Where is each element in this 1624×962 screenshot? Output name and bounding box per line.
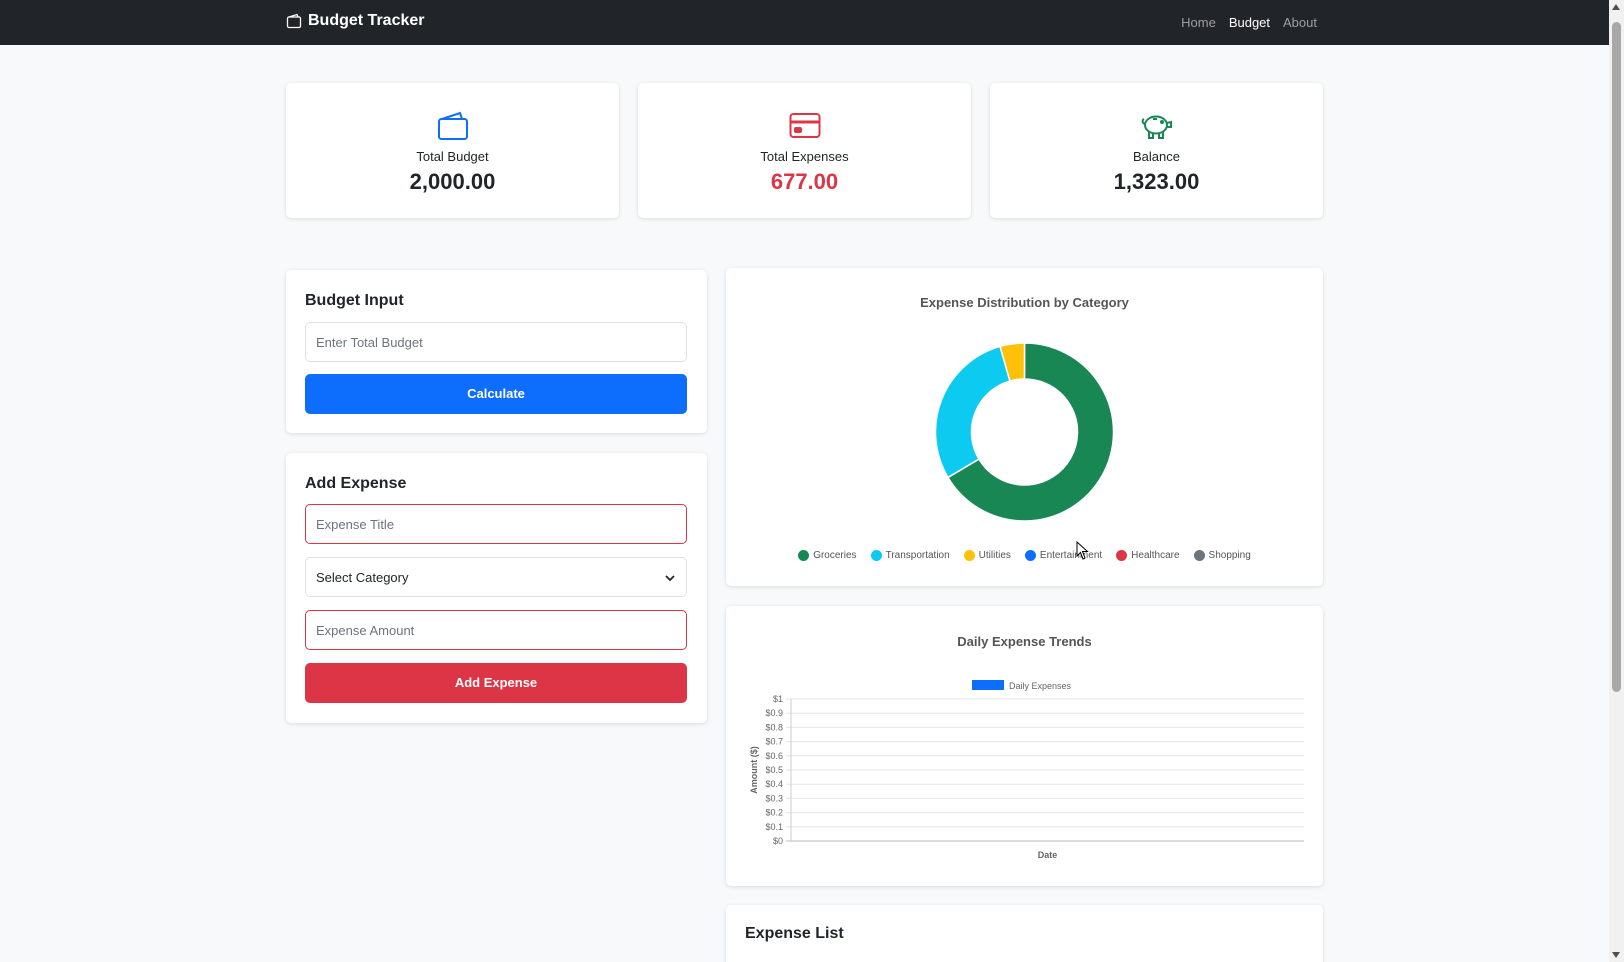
wallet-icon [437,111,468,140]
credit-card-icon [789,113,820,138]
expense-amount-input[interactable]: Expense Amount [305,610,687,650]
legend-swatch [798,550,810,561]
total-budget-input[interactable]: Enter Total Budget [305,322,687,362]
balance-card: Balance 1,323.00 [990,83,1323,218]
legend-item-groceries[interactable]: Groceries [798,550,857,561]
legend-item-transportation[interactable]: Transportation [870,550,950,561]
legend-item-healthcare[interactable]: Healthcare [1116,550,1180,561]
scroll-up-arrow-icon[interactable] [1612,4,1620,10]
chevron-down-icon [665,575,675,582]
scrollbar-thumb[interactable] [1612,22,1621,692]
nav-link-budget[interactable]: Budget [1229,15,1270,30]
wallet-icon [286,13,302,29]
navbar: Budget Tracker Home Budget About [0,0,1609,45]
legend-item-entertainment[interactable]: Entertainment [1024,550,1103,561]
legend-label: Transportation [885,550,950,561]
expense-list-card: Expense List [726,905,1323,962]
y-tick-label: $0.7 [765,737,783,747]
category-select-value: Select Category [316,570,409,585]
add-expense-card: Add Expense Expense Title Select Categor… [286,453,707,723]
total-expenses-value: 677.00 [770,169,839,194]
mouse-cursor-icon [1076,541,1089,560]
legend-label-daily-expenses: Daily Expenses [1009,681,1072,691]
budget-input-title: Budget Input [305,292,404,309]
legend-swatch [870,550,882,561]
total-expenses-card: Total Expenses 677.00 [638,83,971,218]
budget-input-card: Budget Input Enter Total Budget Calculat… [286,270,707,433]
total-budget-card: Total Budget 2,000.00 [286,83,619,218]
y-tick-label: $0.9 [765,708,783,718]
page-scrollbar[interactable] [1609,0,1624,962]
y-tick-label: $0.3 [765,793,783,803]
y-tick-label: $1 [773,694,783,704]
legend-swatch [1024,550,1036,561]
legend-label: Utilities [978,550,1011,561]
balance-value: 1,323.00 [1113,169,1200,194]
x-axis-label: Date [1038,850,1058,860]
y-tick-label: $0.6 [765,751,783,761]
y-tick-label: $0.2 [765,808,783,818]
expense-distribution-legend: Groceries Transportation Utilities Entertai… [726,550,1323,561]
add-expense-button[interactable]: Add Expense [305,663,687,703]
category-select[interactable]: Select Category [305,557,687,597]
legend-label: Healthcare [1131,550,1180,561]
brand[interactable]: Budget Tracker [286,12,424,30]
y-tick-label: $0.8 [765,722,783,732]
legend-swatch [1193,550,1205,561]
expense-list-title: Expense List [745,925,844,942]
legend-swatch-daily-expenses[interactable] [972,680,1004,690]
piggy-bank-icon [1141,115,1172,139]
y-tick-label: $0.5 [765,765,783,775]
expense-distribution-chart [934,342,1115,522]
calculate-button[interactable]: Calculate [305,374,687,414]
nav-links: Home Budget About [1181,15,1317,30]
legend-swatch [1116,550,1128,561]
daily-trends-card: Daily Expense Trends $0 $0.1 $0.2 $0.3 $0.4 $… [726,606,1323,886]
total-expenses-label: Total Expenses [760,149,849,164]
brand-label: Budget Tracker [308,12,425,29]
legend-label: Shopping [1208,550,1251,561]
legend-label: Entertainment [1039,550,1103,561]
legend-label: Groceries [813,550,857,561]
add-expense-title: Add Expense [305,475,407,492]
y-tick-label: $0.4 [765,779,783,789]
nav-link-about[interactable]: About [1283,15,1317,30]
legend-swatch [963,550,975,561]
nav-link-home[interactable]: Home [1181,15,1216,30]
y-axis-label: Amount ($) [749,746,759,794]
scroll-down-arrow-icon[interactable] [1612,952,1620,958]
legend-item-shopping[interactable]: Shopping [1193,550,1251,561]
expense-distribution-card: Expense Distribution by Category Groceri… [726,268,1323,586]
daily-trends-chart: $0 $0.1 $0.2 $0.3 $0.4 $0.5 $0.6 $0.7 $0.8 $0.9 $1… [749,680,1304,860]
total-budget-value: 2,000.00 [409,169,496,194]
pie-slice-transportation[interactable] [934,345,1011,479]
y-tick-label: $0.1 [765,822,783,832]
balance-label: Balance [1133,149,1180,164]
expense-title-input[interactable]: Expense Title [305,504,687,544]
total-budget-label: Total Budget [416,149,489,164]
y-tick-label: $0 [773,836,783,846]
legend-item-utilities[interactable]: Utilities [963,550,1011,561]
